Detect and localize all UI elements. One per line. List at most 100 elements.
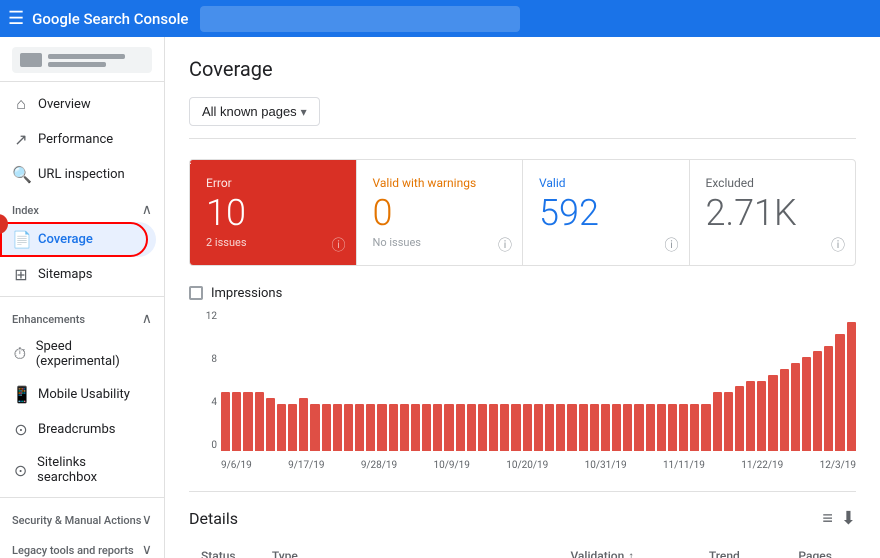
chart-bar (646, 404, 655, 451)
chart-bar (545, 404, 554, 451)
sidebar-item-label: Breadcrumbs (38, 422, 115, 437)
chart-area (221, 311, 856, 451)
impressions-label: Impressions (211, 286, 282, 301)
sidebar-item-url-inspection[interactable]: 🔍 URL inspection (0, 157, 156, 192)
col-header-trend: Trend (697, 541, 787, 558)
security-section-header[interactable]: Security & Manual Actions ∨ (0, 502, 164, 532)
col-header-pages: Pages (786, 541, 856, 558)
col-header-type: Type (260, 541, 559, 558)
chart-bar (478, 404, 487, 451)
home-icon: ⌂ (12, 94, 30, 114)
info-icon-warnings[interactable]: ⓘ (498, 235, 512, 255)
chart-bar (701, 404, 710, 451)
chart-bar (299, 398, 308, 451)
chart-bar (601, 404, 610, 451)
chart-bar (791, 363, 800, 451)
chart-bar (232, 392, 241, 450)
sidebar-item-label: Mobile Usability (38, 387, 130, 402)
chart-bar (780, 369, 789, 451)
chart-bar (567, 404, 576, 451)
stat-value-valid: 592 (539, 194, 673, 234)
x-label-2: 9/17/19 (288, 460, 324, 471)
stat-card-valid[interactable]: Valid 592 ⓘ (523, 160, 690, 265)
chart-bar (389, 404, 398, 451)
stat-label-valid: Valid (539, 176, 673, 190)
sidebar: ⌂ Overview ↗ Performance 🔍 URL inspectio… (0, 37, 165, 558)
page-title: Coverage (189, 57, 856, 81)
menu-icon[interactable]: ☰ (8, 8, 24, 29)
chart-bar (500, 404, 509, 451)
chart-bar (255, 392, 264, 450)
chart-bar (813, 351, 822, 450)
sitelinks-icon: ⊙ (12, 461, 29, 480)
chart-bar (724, 392, 733, 450)
bars-container (221, 311, 856, 451)
enhancements-section-header[interactable]: Enhancements ∧ (0, 301, 164, 331)
x-label-8: 11/22/19 (741, 460, 783, 471)
sidebar-item-sitemaps[interactable]: ⊞ Sitemaps (0, 257, 156, 292)
x-label-4: 10/9/19 (434, 460, 470, 471)
chart-bar (690, 404, 699, 451)
x-label-3: 9/28/19 (361, 460, 397, 471)
legacy-section-header[interactable]: Legacy tools and reports ∨ (0, 532, 164, 558)
chart-bar (511, 404, 520, 451)
property-text (48, 54, 144, 67)
sidebar-item-coverage[interactable]: 📄 Coverage 1 (0, 222, 156, 257)
search-input[interactable] (200, 6, 520, 32)
chart-bar (835, 334, 844, 451)
y-axis: 12 8 4 0 (189, 311, 217, 451)
stat-card-error[interactable]: Error 10 2 issues ⓘ (190, 160, 357, 265)
index-section-header[interactable]: Index ∧ (0, 192, 164, 222)
chart-bar (489, 404, 498, 451)
info-icon-excluded[interactable]: ⓘ (831, 235, 845, 255)
chart-bar (433, 404, 442, 451)
y-label-4: 4 (211, 397, 217, 408)
sidebar-divider-2 (0, 497, 164, 498)
stat-card-excluded[interactable]: Excluded 2.71K ⓘ (690, 160, 856, 265)
chart-bar (277, 404, 286, 451)
col-header-validation[interactable]: Validation ↑ (558, 541, 696, 558)
property-selector[interactable] (0, 37, 164, 82)
x-axis: 9/6/19 9/17/19 9/28/19 10/9/19 10/20/19 … (221, 460, 856, 471)
sidebar-item-overview[interactable]: ⌂ Overview (0, 86, 156, 122)
sidebar-item-breadcrumbs[interactable]: ⊙ Breadcrumbs (0, 412, 156, 447)
sidebar-item-performance[interactable]: ↗ Performance (0, 122, 156, 157)
download-action-button[interactable]: ⬇ (841, 508, 856, 529)
sidebar-nav: ⌂ Overview ↗ Performance 🔍 URL inspectio… (0, 82, 164, 558)
filter-chevron-icon: ▾ (301, 105, 307, 119)
sidebar-item-label: Sitelinks searchbox (37, 455, 144, 485)
chart-bar (634, 404, 643, 451)
stat-sub-warnings: No issues (373, 236, 507, 249)
chart-bar (444, 404, 453, 451)
chart-bar (579, 404, 588, 451)
info-icon-error[interactable]: ⓘ (332, 235, 346, 255)
stat-card-warnings[interactable]: Valid with warnings 0 No issues ⓘ (357, 160, 524, 265)
chart-bar (768, 375, 777, 451)
chart-bar (746, 381, 755, 451)
chart-bar (590, 404, 599, 451)
filter-action-button[interactable]: ≡ (822, 508, 833, 529)
stat-value-warnings: 0 (373, 194, 507, 234)
chart-bar (824, 346, 833, 451)
sitemaps-icon: ⊞ (12, 265, 30, 284)
chart-bar (288, 404, 297, 451)
sidebar-divider-1 (0, 296, 164, 297)
x-label-6: 10/31/19 (585, 460, 627, 471)
chart-section: Impressions 12 8 4 0 9/6/19 9/17/19 9/28… (189, 286, 856, 471)
filter-button[interactable]: All known pages ▾ (189, 97, 320, 126)
chart-bar (344, 404, 353, 451)
sidebar-item-speed[interactable]: ⏱ Speed (experimental) (0, 331, 156, 377)
y-label-0: 0 (211, 440, 217, 451)
impressions-checkbox[interactable] (189, 286, 203, 300)
coverage-icon: 📄 (12, 230, 30, 249)
sidebar-item-sitelinks[interactable]: ⊙ Sitelinks searchbox (0, 447, 156, 493)
sidebar-item-mobile-usability[interactable]: 📱 Mobile Usability (0, 377, 156, 412)
breadcrumbs-icon: ⊙ (12, 420, 30, 439)
chart-bar (523, 404, 532, 451)
impressions-row: Impressions (189, 286, 856, 301)
sort-icon: ↑ (628, 549, 634, 558)
chart-bar (802, 357, 811, 450)
chart-bar (556, 404, 565, 451)
x-label-9: 12/3/19 (820, 460, 856, 471)
info-icon-valid[interactable]: ⓘ (665, 235, 679, 255)
